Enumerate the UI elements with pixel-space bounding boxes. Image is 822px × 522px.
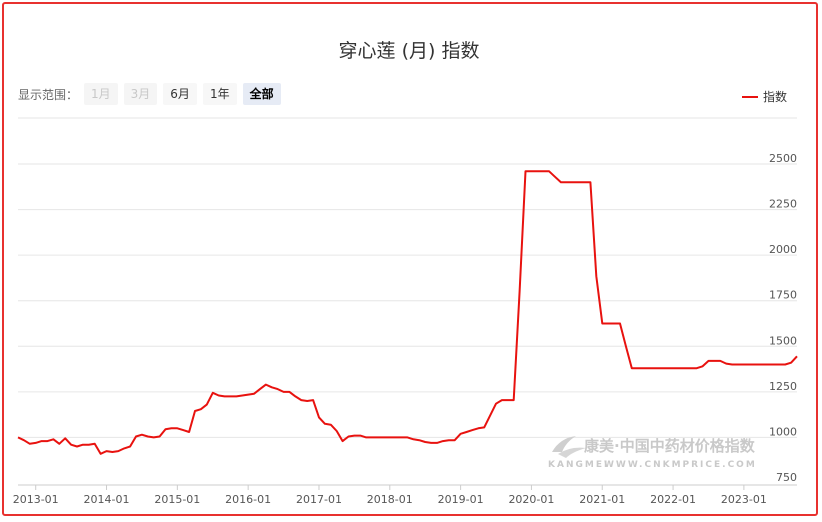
watermark-logo-icon [552,436,586,458]
x-tick-label: 2014-01 [84,493,130,506]
series-line-index [17,170,798,455]
grid-lines [18,117,797,438]
y-tick-label: 2000 [769,243,797,256]
y-tick-label: 2500 [769,152,797,165]
watermark-brand: 康美·中国中药材价格指数 [584,437,756,455]
y-axis: 750 1000 1250 1500 1750 2000 2250 2500 [769,152,797,484]
x-tick-label: 2020-01 [508,493,554,506]
y-tick-label: 750 [776,471,797,484]
watermark: 康美·中国中药材价格指数 KANGMEI WWW.CNKMPRICE.COM [548,436,757,470]
x-tick-label: 2023-01 [721,493,767,506]
x-axis: 2013-01 2014-01 2015-01 2016-01 2017-01 2018-… [13,484,797,506]
y-tick-label: 1000 [769,425,797,438]
x-tick-label: 2017-01 [296,493,342,506]
line-chart: 康美·中国中药材价格指数 KANGMEI WWW.CNKMPRICE.COM 2… [13,117,798,506]
x-tick-label: 2022-01 [650,493,696,506]
watermark-url: WWW.CNKMPRICE.COM [604,460,757,470]
x-tick-label: 2015-01 [154,493,200,506]
y-tick-label: 1500 [769,334,797,347]
x-tick-label: 2016-01 [225,493,271,506]
x-tick-label: 2021-01 [579,493,625,506]
x-tick-label: 2019-01 [438,493,484,506]
y-tick-label: 1250 [769,380,797,393]
watermark-sub: KANGMEI [548,460,609,470]
y-tick-label: 1750 [769,289,797,302]
y-tick-label: 2250 [769,198,797,211]
x-tick-label: 2013-01 [13,493,59,506]
x-tick-label: 2018-01 [367,493,413,506]
